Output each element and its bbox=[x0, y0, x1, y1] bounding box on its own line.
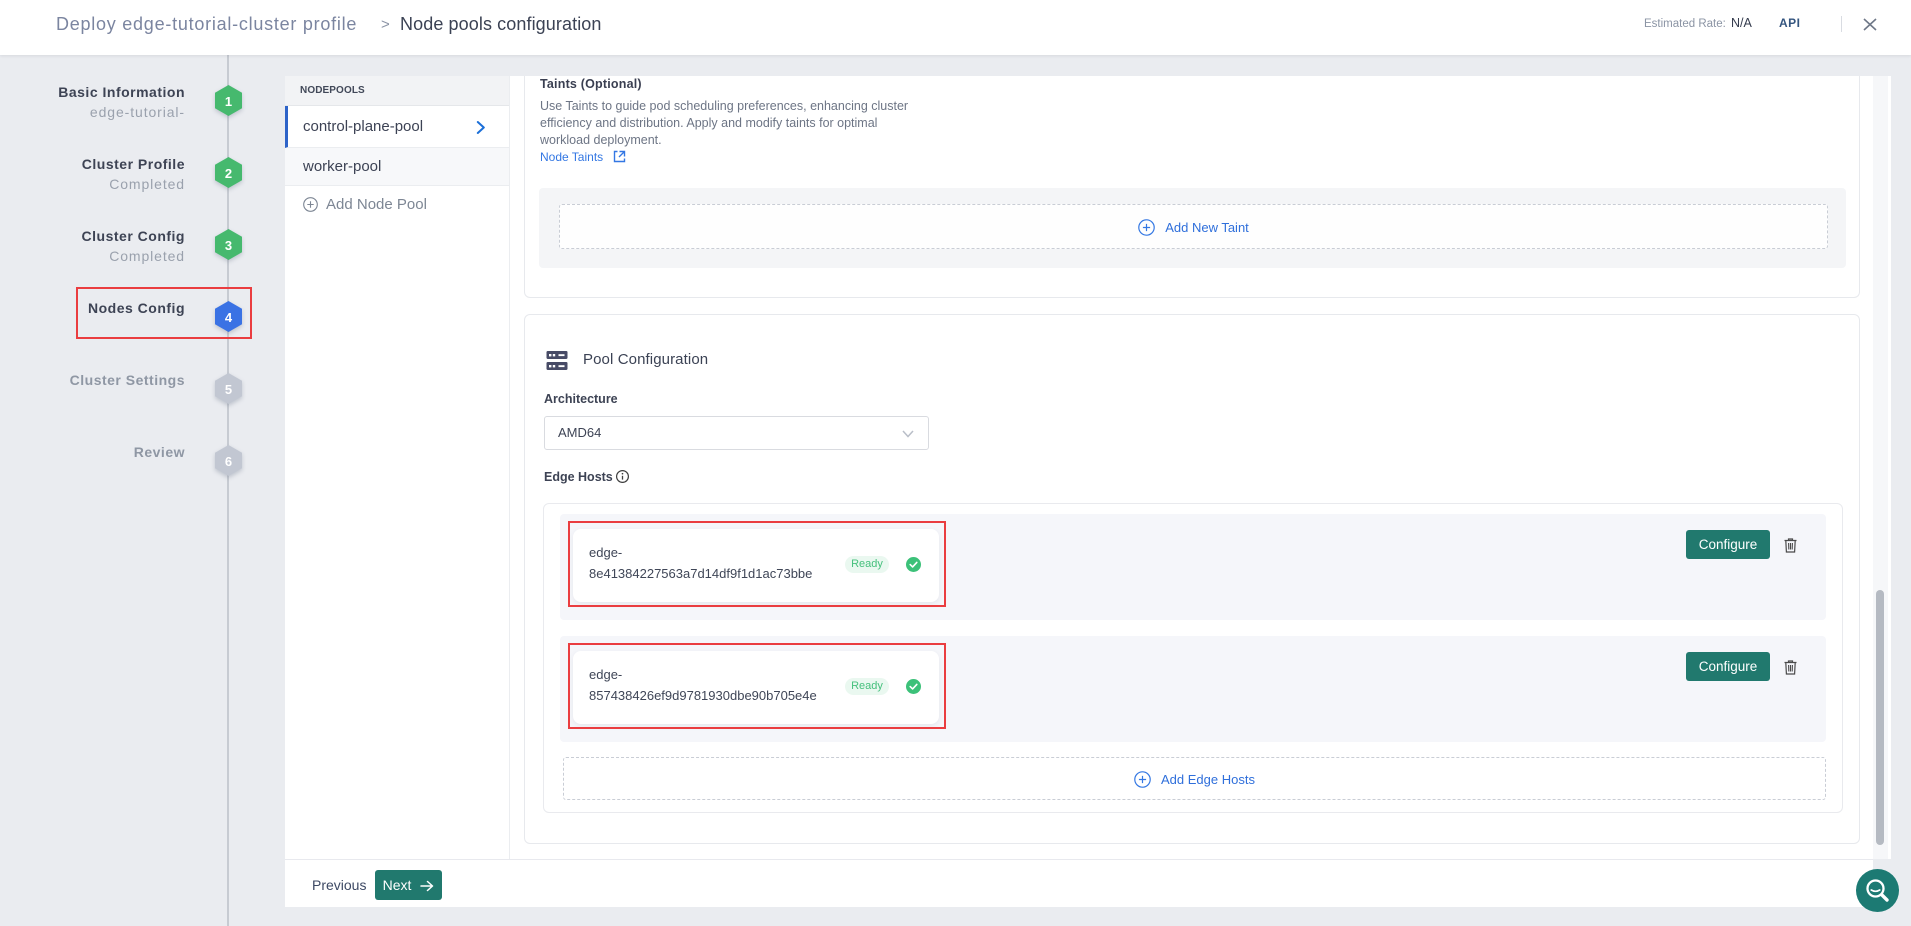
svg-text:1: 1 bbox=[224, 94, 231, 109]
svg-text:2: 2 bbox=[224, 166, 231, 181]
svg-text:3: 3 bbox=[224, 238, 231, 253]
svg-text:6: 6 bbox=[224, 454, 231, 469]
svg-text:5: 5 bbox=[224, 382, 231, 397]
